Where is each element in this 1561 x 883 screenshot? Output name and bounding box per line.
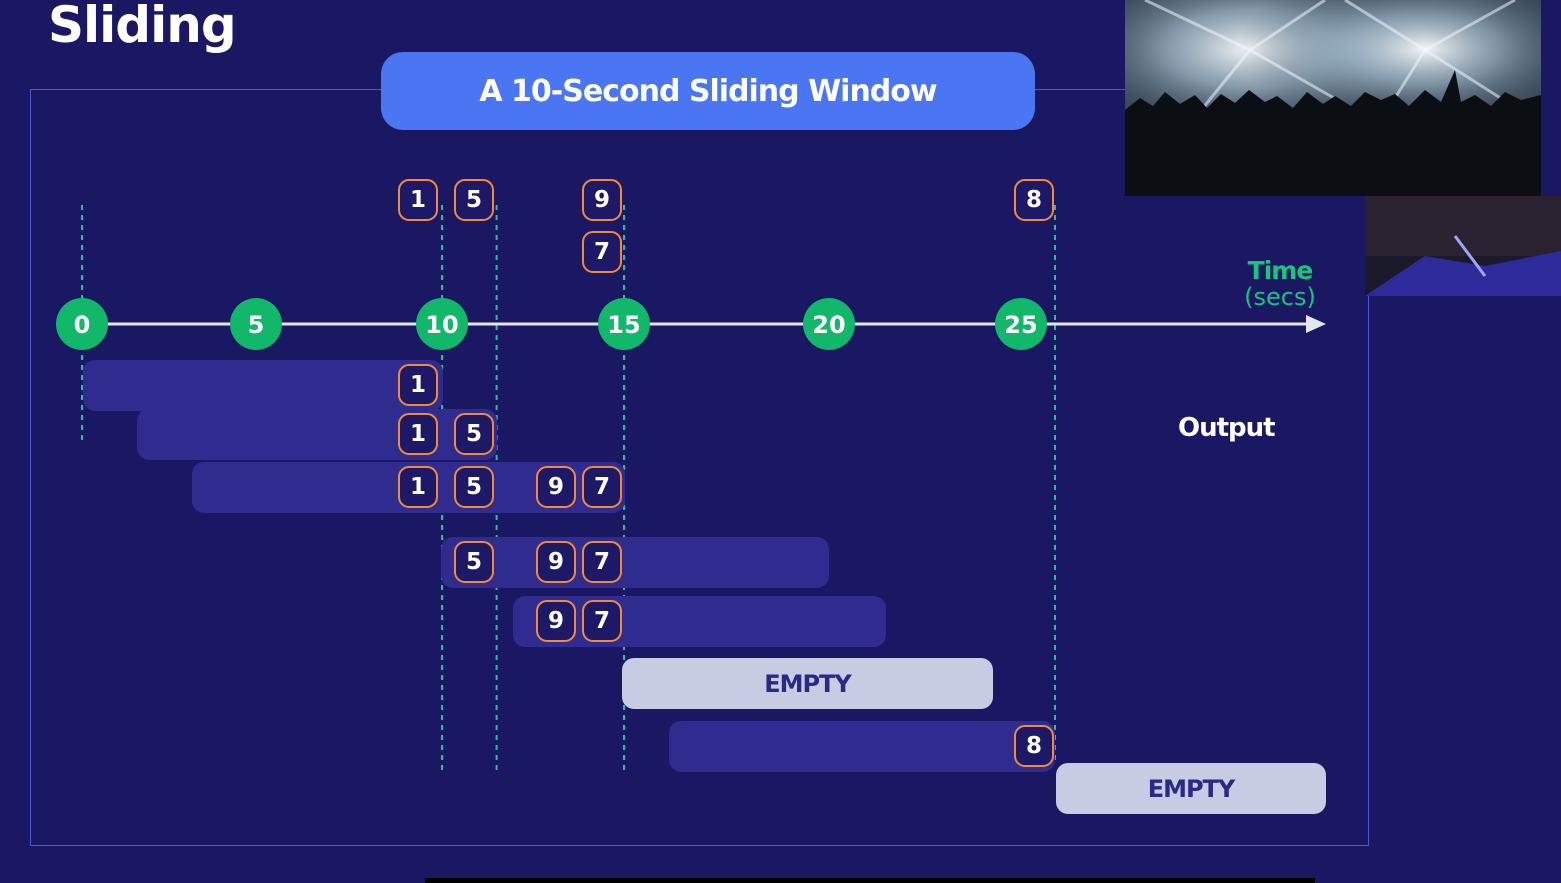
- time-label-unit: (secs): [1244, 283, 1316, 311]
- window-value-box: 5: [454, 466, 494, 508]
- window-value-box: 9: [536, 600, 576, 642]
- window-value-box: 1: [398, 364, 438, 406]
- bottom-bar: [425, 878, 1315, 883]
- tick-label: 25: [1004, 311, 1037, 339]
- window-value-box: 5: [454, 413, 494, 455]
- tick-label: 10: [425, 311, 458, 339]
- tick-label: 0: [74, 311, 91, 339]
- window-value-box: 9: [536, 466, 576, 508]
- event-box: 1: [398, 179, 438, 221]
- window-value-box: 7: [582, 541, 622, 583]
- tick-label: 20: [812, 311, 845, 339]
- window-value-box: 9: [536, 541, 576, 583]
- output-label: Output: [1178, 413, 1276, 443]
- tick-label: 5: [248, 311, 265, 339]
- axis-arrow-icon: [1306, 315, 1326, 333]
- time-label-word: Time: [1247, 256, 1314, 285]
- window-value-box: 7: [582, 600, 622, 642]
- event-box: 7: [582, 231, 622, 273]
- time-axis-label: Time (secs): [1230, 256, 1330, 311]
- time-axis: 0 5 10 15 20 25: [56, 298, 1326, 350]
- window-value-box: 7: [582, 466, 622, 508]
- tick-label: 15: [607, 311, 640, 339]
- window-value-box: 1: [398, 466, 438, 508]
- window-value-box: 5: [454, 541, 494, 583]
- window-value-box: 1: [398, 413, 438, 455]
- window-value-box: 8: [1014, 725, 1054, 767]
- event-box: 8: [1014, 179, 1054, 221]
- event-box: 9: [582, 179, 622, 221]
- event-box: 5: [454, 179, 494, 221]
